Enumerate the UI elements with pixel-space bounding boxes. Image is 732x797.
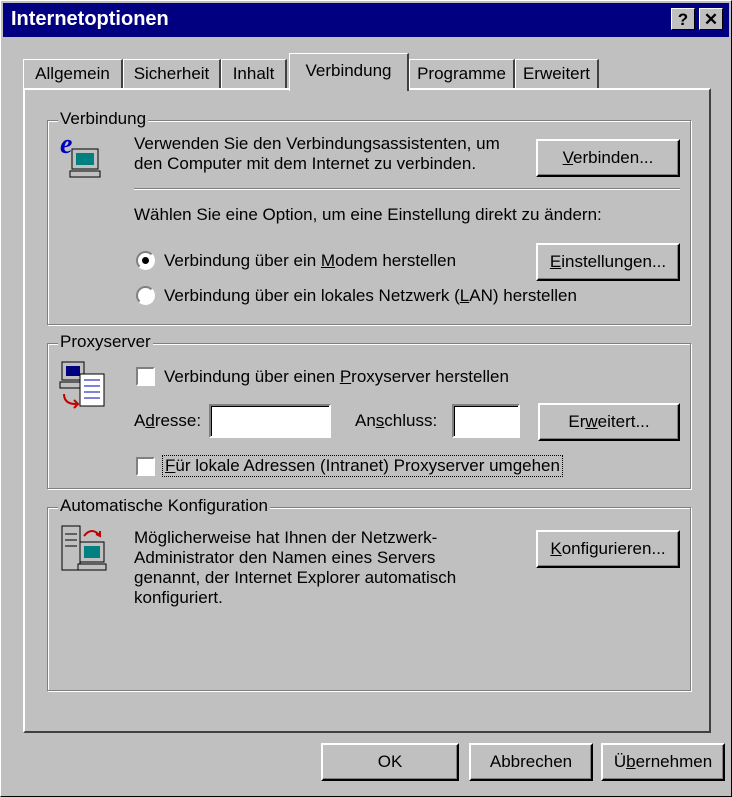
port-label: Anschluss: (355, 411, 437, 431)
port-text-a: An (355, 411, 376, 430)
bypass-mnemonic: F (165, 456, 176, 475)
settings-label: instellungen... (561, 252, 667, 271)
advanced-text-b: eitert... (597, 412, 650, 431)
cancel-button[interactable]: Abbrechen (469, 743, 593, 781)
tab-erweitert[interactable]: Erweitert (515, 59, 599, 89)
address-text-b: resse: (154, 411, 202, 430)
apply-mnemonic: b (626, 752, 636, 771)
close-button[interactable]: ✕ (699, 8, 723, 30)
apply-text-b: ernehmen (635, 752, 713, 771)
proxy-text-a: Verbindung über einen (164, 367, 340, 386)
connect-button[interactable]: Verbinden... (536, 139, 680, 177)
modem-radio-label[interactable]: Verbindung über ein Modem herstellen (164, 251, 456, 271)
apply-text-a: Ü (613, 752, 627, 771)
help-button[interactable]: ? (671, 8, 695, 30)
tab-allgemein[interactable]: Allgemein (23, 59, 123, 89)
modem-radio[interactable] (136, 251, 155, 270)
modem-mnemonic: M (320, 251, 336, 270)
window-title: Internetoptionen (11, 8, 169, 30)
lan-mnemonic: L (459, 286, 470, 305)
address-text-a: A (134, 411, 146, 430)
tab-sicherheit[interactable]: Sicherheit (123, 59, 221, 89)
tab-verbindung[interactable]: Verbindung (289, 53, 409, 91)
connection-group-title: Verbindung (58, 109, 149, 129)
auto-config-line3: genannt, der Internet Explorer automatis… (134, 568, 457, 587)
proxy-group-title: Proxyserver (58, 332, 153, 352)
lan-text-b: AN) herstellen (469, 286, 577, 305)
lan-radio-label[interactable]: Verbindung über ein lokales Netzwerk (LA… (164, 286, 577, 306)
bypass-local-label[interactable]: Für lokale Adressen (Intranet) Proxyserv… (162, 455, 563, 477)
settings-mnemonic: E (549, 252, 562, 271)
lan-text-a: Verbindung über ein lokales Netzwerk ( (164, 286, 460, 305)
bypass-text: ür lokale Adressen (Intranet) Proxyserve… (175, 456, 560, 475)
address-mnemonic: d (145, 411, 155, 430)
option-prompt: Wählen Sie eine Option, um eine Einstell… (134, 205, 602, 224)
advanced-button[interactable]: Erweitert... (538, 403, 680, 441)
title-bar[interactable]: Internetoptionen ? ✕ (3, 3, 729, 37)
address-label: Adresse: (134, 411, 201, 431)
auto-config-line2: Administrator den Namen eines Servers (134, 548, 436, 567)
tab-panel: Verbindung e Verwenden Sie den Verbindun… (23, 88, 711, 733)
advanced-text-a: Er (568, 412, 586, 431)
bypass-local-checkbox[interactable] (136, 457, 155, 476)
auto-config-group-title: Automatische Konfiguration (58, 496, 270, 516)
svg-text:e: e (60, 131, 72, 160)
lan-radio[interactable] (136, 286, 155, 305)
connection-wizard-icon: e (60, 131, 101, 178)
use-proxy-checkbox[interactable] (136, 367, 155, 386)
proxy-server-icon (59, 361, 105, 409)
auto-config-group: Automatische Konfiguration Möglicherweis… (47, 496, 691, 691)
connection-separator (134, 188, 680, 190)
tab-inhalt[interactable]: Inhalt (221, 59, 287, 89)
auto-config-line4: konfiguriert. (134, 588, 223, 607)
apply-button[interactable]: Übernehmen (601, 743, 725, 781)
configure-button[interactable]: Konfigurieren... (536, 530, 680, 568)
address-input[interactable] (209, 404, 331, 438)
tab-programme[interactable]: Programme (409, 59, 515, 89)
auto-config-icon (61, 525, 107, 571)
connection-group: Verbindung e Verwenden Sie den Verbindun… (47, 109, 691, 325)
ok-button[interactable]: OK (321, 743, 459, 781)
auto-config-line1: Möglicherweise hat Ihnen der Netzwerk- (134, 528, 438, 547)
use-proxy-label[interactable]: Verbindung über einen Proxyserver herste… (164, 367, 509, 387)
connect-mnemonic: V (562, 148, 574, 167)
internet-options-dialog: Internetoptionen ? ✕ Allgemein Sicherhei… (0, 0, 732, 797)
port-text-b: chluss: (384, 411, 438, 430)
connect-label: erbinden... (573, 148, 654, 167)
modem-radio-dot (142, 257, 149, 264)
configure-label: onfigurieren... (561, 539, 666, 558)
proxy-text-b: roxyserver herstellen (351, 367, 509, 386)
configure-mnemonic: K (550, 539, 562, 558)
proxy-group: Proxyserver Verbindung über einen Proxys… (47, 332, 691, 489)
wizard-description-line2: den Computer mit dem Internet zu verbind… (134, 154, 477, 173)
modem-text-b: odem herstellen (335, 251, 457, 270)
wizard-description-line1: Verwenden Sie den Verbindungsassistenten… (134, 134, 500, 153)
modem-text-a: Verbindung über ein (164, 251, 321, 270)
settings-button[interactable]: Einstellungen... (536, 243, 680, 281)
port-input[interactable] (452, 404, 520, 438)
proxy-mnemonic: P (339, 367, 352, 386)
advanced-mnemonic: w (585, 412, 598, 431)
